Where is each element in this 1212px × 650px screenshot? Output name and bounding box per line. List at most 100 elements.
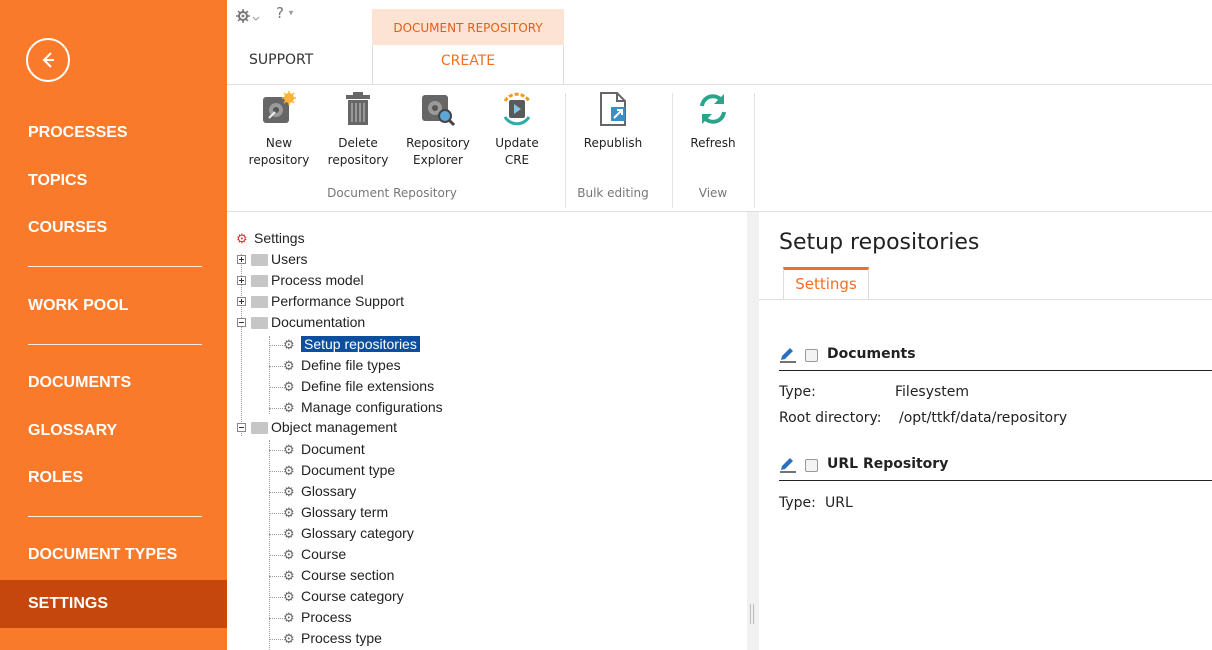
nav-processes[interactable]: PROCESSES	[28, 124, 128, 142]
tab-settings[interactable]: Settings	[783, 267, 869, 300]
gear-icon: ⚙	[283, 484, 295, 500]
field-value: URL	[825, 495, 853, 511]
tree-node-settings[interactable]: ⚙ Settings	[236, 228, 305, 248]
tree-label: Process type	[301, 630, 382, 646]
section-documents-checkbox[interactable]	[805, 349, 818, 362]
quick-settings-button[interactable]	[236, 8, 264, 28]
gear-icon	[236, 9, 260, 23]
tree-node-course[interactable]: ⚙ Course	[283, 544, 346, 564]
tree-node-course-category[interactable]: ⚙ Course category	[283, 586, 404, 606]
folder-icon	[251, 254, 268, 267]
nav-document-types[interactable]: DOCUMENT TYPES	[28, 546, 177, 564]
chevron-down-icon: ▾	[288, 8, 294, 19]
republish-button[interactable]: Republish	[575, 85, 651, 152]
tab-support[interactable]: SUPPORT	[249, 52, 313, 68]
tree-node-define-file-extensions[interactable]: ⚙ Define file extensions	[283, 376, 434, 396]
trash-icon	[340, 91, 376, 127]
tree-node-documentation[interactable]: Documentation	[251, 312, 365, 332]
tree-label: Process model	[271, 272, 364, 288]
delete-repository-button[interactable]: Delete repository	[321, 85, 395, 169]
repository-explorer-button[interactable]: Repository Explorer	[399, 85, 477, 169]
page-title: Setup repositories	[779, 230, 980, 255]
tree-node-setup-repositories[interactable]: ⚙ Setup repositories	[283, 334, 420, 354]
gear-icon: ⚙	[283, 400, 295, 416]
nav-topics[interactable]: TOPICS	[28, 172, 87, 190]
refresh-button[interactable]: Refresh	[680, 85, 746, 152]
arrow-left-icon	[42, 52, 54, 68]
nav-courses[interactable]: COURSES	[28, 219, 107, 237]
group-separator	[565, 93, 566, 208]
tree-connector	[269, 555, 283, 557]
tree-node-process-model[interactable]: Process model	[251, 270, 364, 290]
tree-node-glossary-category[interactable]: ⚙ Glossary category	[283, 523, 414, 543]
nav-divider	[28, 516, 202, 517]
republish-icon	[595, 91, 631, 127]
update-cre-icon	[499, 91, 535, 127]
gear-icon: ⚙	[283, 631, 295, 647]
tree-node-object-management[interactable]: Object management	[251, 417, 397, 437]
repository-explorer-label-2: Explorer	[413, 153, 463, 167]
nav-roles[interactable]: ROLES	[28, 469, 83, 487]
expand-toggle[interactable]	[237, 297, 246, 306]
tree-connector	[269, 597, 283, 599]
field-key: Type:	[779, 384, 816, 400]
tree-node-glossary[interactable]: ⚙ Glossary	[283, 481, 356, 501]
nav-divider	[28, 344, 202, 345]
tree-node-manage-configurations[interactable]: ⚙ Manage configurations	[283, 397, 443, 417]
tree-label: Manage configurations	[301, 399, 443, 415]
tree-label: Course section	[301, 567, 395, 583]
pencil-icon[interactable]	[779, 347, 797, 367]
tab-create[interactable]: CREATE	[372, 45, 564, 84]
collapse-toggle[interactable]	[237, 423, 246, 432]
tree-node-process-type[interactable]: ⚙ Process type	[283, 628, 382, 648]
tree-connector	[269, 618, 283, 620]
collapse-toggle[interactable]	[237, 318, 246, 327]
nav-glossary[interactable]: GLOSSARY	[28, 422, 117, 440]
gear-icon: ⚙	[283, 568, 295, 584]
tree-connector	[269, 576, 283, 578]
nav-settings[interactable]: SETTINGS	[28, 595, 108, 613]
gear-icon: ⚙	[283, 505, 295, 521]
tree-node-performance-support[interactable]: Performance Support	[251, 291, 404, 311]
pane-splitter[interactable]	[747, 212, 759, 650]
tree-connector	[269, 513, 283, 515]
ribbon-toolbar: New repository Delete repository Reposit…	[227, 84, 1212, 212]
nav-divider	[28, 266, 202, 267]
republish-label: Republish	[583, 136, 643, 150]
new-repository-button[interactable]: New repository	[242, 85, 316, 169]
update-cre-label-1: Update	[495, 136, 539, 150]
tree-node-process[interactable]: ⚙ Process	[283, 607, 352, 627]
new-repository-label-2: repository	[248, 153, 310, 167]
expand-toggle[interactable]	[237, 255, 246, 264]
splitter-grip[interactable]	[750, 604, 754, 624]
gear-icon: ⚙	[283, 463, 295, 479]
gear-icon: ⚙	[283, 610, 295, 626]
nav-work-pool[interactable]: WORK POOL	[28, 297, 128, 315]
tree-connector	[269, 534, 283, 536]
tree-node-users[interactable]: Users	[251, 249, 308, 269]
tree-label: Users	[271, 251, 308, 267]
pencil-icon[interactable]	[779, 457, 797, 477]
tree-node-define-file-types[interactable]: ⚙ Define file types	[283, 355, 401, 375]
section-documents-title: Documents	[827, 346, 916, 362]
update-cre-button[interactable]: Update CRE	[491, 85, 543, 169]
tree-label: Performance Support	[271, 293, 405, 309]
tree-node-glossary-term[interactable]: ⚙ Glossary term	[283, 502, 388, 522]
gear-icon: ⚙	[283, 442, 295, 458]
tree-connector	[269, 471, 283, 473]
tree-node-document[interactable]: ⚙ Document	[283, 439, 365, 459]
tree-connector	[269, 639, 283, 641]
tree-label: Document type	[301, 462, 396, 478]
expand-toggle[interactable]	[237, 276, 246, 285]
field-root-directory: Root directory: /opt/ttkf/data/repository	[779, 410, 1067, 426]
back-button[interactable]	[26, 38, 70, 82]
tree-node-document-type[interactable]: ⚙ Document type	[283, 460, 395, 480]
section-url-repository-checkbox[interactable]	[805, 459, 818, 472]
group-label-bulk-editing: Bulk editing	[577, 186, 649, 200]
field-type-documents: Type: Filesystem	[779, 384, 969, 400]
group-separator	[754, 93, 755, 208]
repository-explorer-label-1: Repository	[406, 136, 470, 150]
tree-node-course-section[interactable]: ⚙ Course section	[283, 565, 394, 585]
nav-documents[interactable]: DOCUMENTS	[28, 374, 131, 392]
help-button[interactable]: ? ▾	[276, 4, 293, 22]
